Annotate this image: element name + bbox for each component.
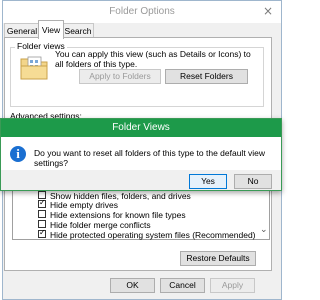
advanced-item-hide-extensions[interactable]: Hide extensions for known file types [38, 210, 186, 220]
tab-general[interactable]: General [4, 23, 40, 38]
chevron-down-icon[interactable]: ⌄ [260, 225, 268, 235]
close-icon[interactable]: × [263, 4, 273, 18]
advanced-item-hide-merge-conflicts[interactable]: Hide folder merge conflicts [38, 220, 151, 230]
checkbox[interactable] [38, 210, 46, 218]
advanced-item-label: Hide empty drives [50, 200, 119, 210]
cancel-button[interactable]: Cancel [160, 278, 205, 293]
reset-folders-button[interactable]: Reset Folders [165, 69, 248, 84]
folder-views-dialog: Folder Views i Do you want to reset all … [0, 118, 282, 191]
checkbox[interactable] [38, 198, 46, 208]
apply-to-folders-button[interactable]: Apply to Folders [79, 69, 161, 84]
checkbox[interactable] [38, 228, 46, 238]
apply-button[interactable]: Apply [210, 278, 255, 293]
advanced-item-hide-empty-drives[interactable]: Hide empty drives [38, 198, 119, 210]
window-title: Folder Options [109, 6, 175, 17]
info-icon: i [10, 146, 26, 162]
advanced-item-label: Hide protected operating system files (R… [50, 230, 256, 240]
no-button[interactable]: No [234, 174, 272, 189]
tab-view[interactable]: View [38, 20, 64, 39]
dialog-title: Folder Views [112, 122, 170, 133]
yes-button[interactable]: Yes [189, 174, 227, 189]
dialog-message: Do you want to reset all folders of this… [34, 148, 266, 168]
advanced-item-hide-protected-files[interactable]: Hide protected operating system files (R… [38, 228, 256, 240]
restore-defaults-button[interactable]: Restore Defaults [180, 251, 256, 266]
advanced-item-label: Hide extensions for known file types [50, 210, 186, 220]
advanced-item-label: Hide folder merge conflicts [50, 220, 151, 230]
tab-search[interactable]: Search [62, 23, 94, 38]
ok-button[interactable]: OK [110, 278, 155, 293]
dialog-titlebar[interactable]: Folder Views [1, 119, 281, 137]
checkbox[interactable] [38, 220, 46, 228]
folder-icon [20, 54, 48, 80]
folder-views-description: You can apply this view (such as Details… [55, 49, 251, 69]
